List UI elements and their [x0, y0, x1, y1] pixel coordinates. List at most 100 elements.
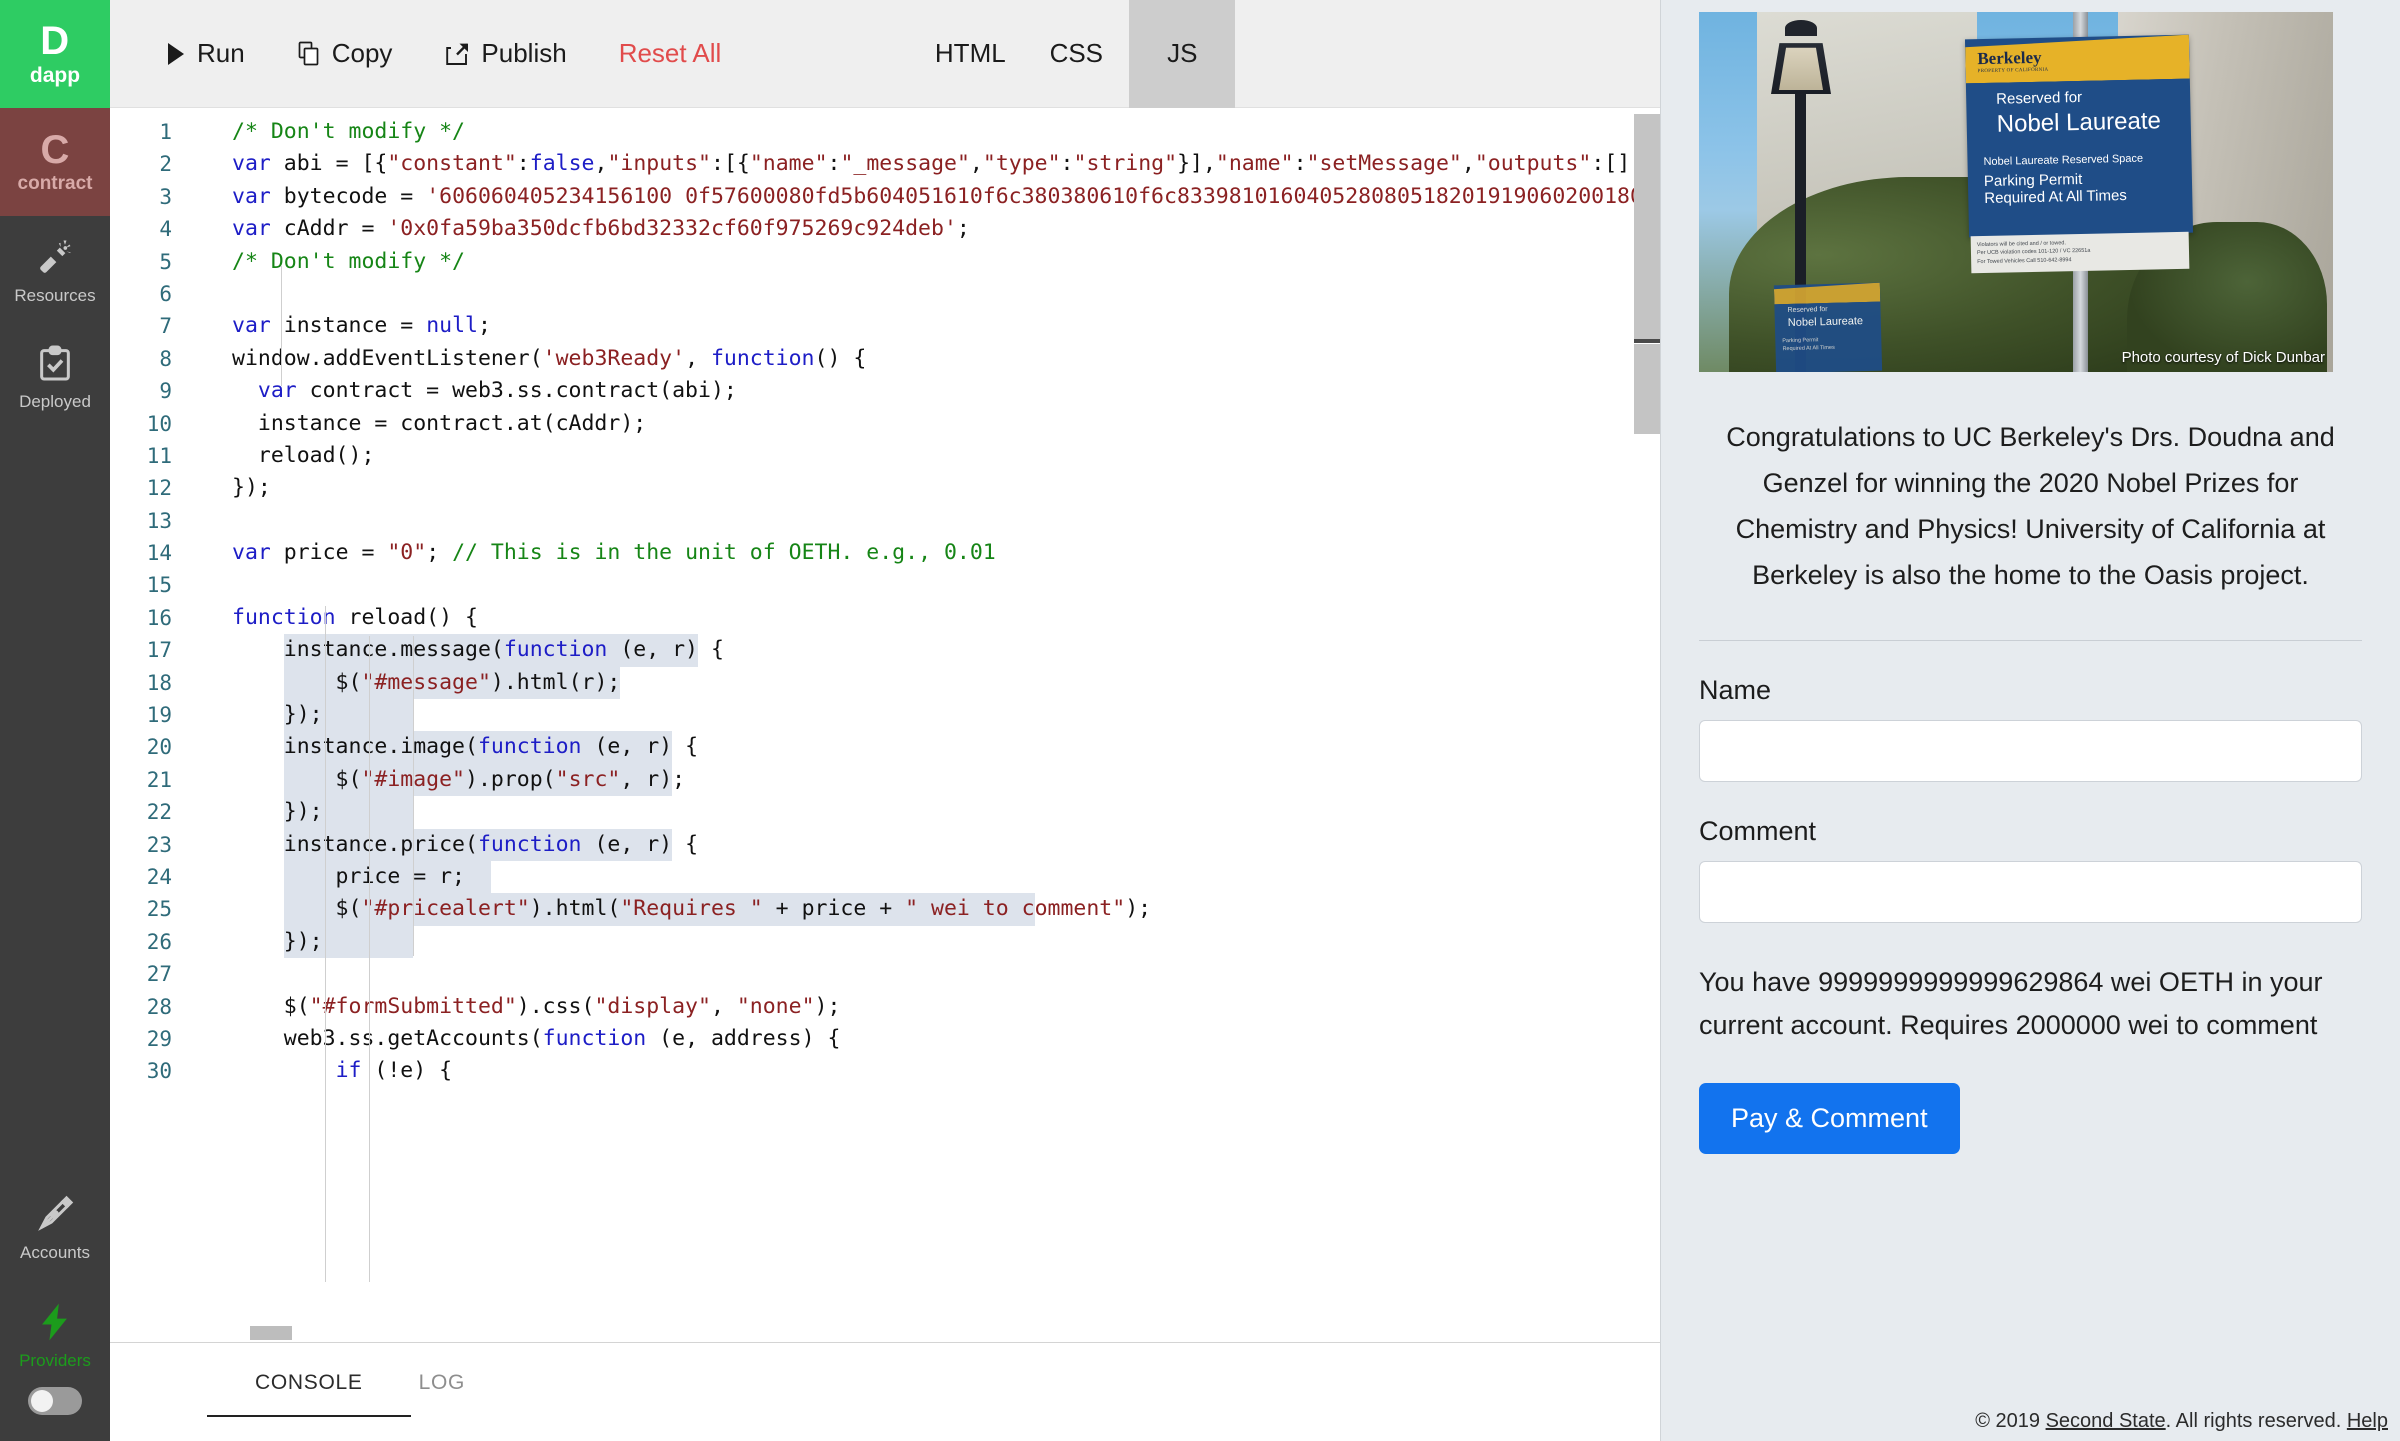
- code-text[interactable]: $("#pricealert").html("Requires " + pric…: [190, 893, 1151, 925]
- code-text[interactable]: function reload() {: [190, 602, 478, 634]
- sidebar-brand-dapp[interactable]: D dapp: [0, 0, 110, 108]
- code-line[interactable]: 19 });: [110, 699, 1660, 731]
- code-text[interactable]: [190, 569, 232, 601]
- line-number: 24: [110, 861, 190, 893]
- code-line[interactable]: 20 instance.image(function (e, r) {: [110, 731, 1660, 763]
- code-text[interactable]: $("#image").prop("src", r);: [190, 764, 685, 796]
- sidebar-item-providers[interactable]: Providers: [0, 1279, 110, 1387]
- line-number: 2: [110, 148, 190, 180]
- pay-and-comment-button[interactable]: Pay & Comment: [1699, 1083, 1960, 1154]
- code-line[interactable]: 26 });: [110, 926, 1660, 958]
- sidebar-brand-label: dapp: [30, 64, 80, 88]
- code-text[interactable]: reload();: [190, 440, 374, 472]
- tab-css[interactable]: CSS: [1023, 0, 1129, 108]
- comment-input[interactable]: [1699, 861, 2362, 923]
- code-text[interactable]: instance = contract.at(cAddr);: [190, 408, 646, 440]
- copy-button[interactable]: Copy: [271, 28, 419, 79]
- code-line[interactable]: 24 price = r;: [110, 861, 1660, 893]
- tab-log[interactable]: LOG: [419, 1371, 465, 1417]
- code-line[interactable]: 11 reload();: [110, 440, 1660, 472]
- code-text[interactable]: });: [190, 796, 323, 828]
- footer-company-link[interactable]: Second State: [2046, 1410, 2166, 1432]
- code-line[interactable]: 23 instance.price(function (e, r) {: [110, 829, 1660, 861]
- sidebar-item-contract[interactable]: C contract: [0, 108, 110, 216]
- code-line[interactable]: 16function reload() {: [110, 602, 1660, 634]
- editor-vertical-scrollbar[interactable]: [1634, 108, 1660, 1342]
- code-text[interactable]: price = r;: [190, 861, 465, 893]
- code-line[interactable]: 13: [110, 505, 1660, 537]
- line-number: 15: [110, 569, 190, 601]
- sidebar-item-deployed[interactable]: Deployed: [0, 322, 110, 428]
- name-input[interactable]: [1699, 720, 2362, 782]
- code-text[interactable]: var bytecode = '606060405234156100 0f576…: [190, 181, 1660, 213]
- code-line[interactable]: 3var bytecode = '606060405234156100 0f57…: [110, 181, 1660, 213]
- code-text[interactable]: [190, 278, 232, 310]
- code-text[interactable]: web3.ss.getAccounts(function (e, address…: [190, 1023, 840, 1055]
- code-line[interactable]: 17 instance.message(function (e, r) {: [110, 634, 1660, 666]
- code-text[interactable]: instance.message(function (e, r) {: [190, 634, 724, 666]
- code-line[interactable]: 27: [110, 958, 1660, 990]
- code-text[interactable]: $("#message").html(r);: [190, 667, 620, 699]
- code-text[interactable]: /* Don't modify */: [190, 116, 465, 148]
- photo-credit: Photo courtesy of Dick Dunbar: [2122, 349, 2325, 366]
- code-text[interactable]: /* Don't modify */: [190, 246, 465, 278]
- scrollbar-thumb[interactable]: [1634, 114, 1660, 342]
- code-line[interactable]: 14var price = "0"; // This is in the uni…: [110, 537, 1660, 569]
- code-text[interactable]: [190, 958, 232, 990]
- code-line[interactable]: 5/* Don't modify */: [110, 246, 1660, 278]
- code-line[interactable]: 28 $("#formSubmitted").css("display", "n…: [110, 991, 1660, 1023]
- preview-panel: Berkeley PROPERTY OF CALIFORNIA Reserved…: [1660, 0, 2400, 1441]
- code-line[interactable]: 21 $("#image").prop("src", r);: [110, 764, 1660, 796]
- code-text[interactable]: [190, 505, 232, 537]
- code-line[interactable]: 18 $("#message").html(r);: [110, 667, 1660, 699]
- footer-help-link[interactable]: Help: [2347, 1410, 2388, 1432]
- code-line[interactable]: 9 var contract = web3.ss.contract(abi);: [110, 375, 1660, 407]
- photo-bg-sign-line1: Reserved for: [1787, 306, 1827, 314]
- code-text[interactable]: var instance = null;: [190, 310, 491, 342]
- code-line[interactable]: 6: [110, 278, 1660, 310]
- scrollbar-thumb-lower[interactable]: [1634, 344, 1660, 434]
- code-text[interactable]: var cAddr = '0x0fa59ba350dcfb6bd32332cf6…: [190, 213, 970, 245]
- tab-html[interactable]: HTML: [917, 0, 1023, 108]
- code-text[interactable]: });: [190, 926, 323, 958]
- code-lines[interactable]: 1/* Don't modify */2var abi = [{"constan…: [110, 108, 1660, 1342]
- code-line[interactable]: 1/* Don't modify */: [110, 116, 1660, 148]
- code-text[interactable]: instance.price(function (e, r) {: [190, 829, 698, 861]
- code-editor[interactable]: 1/* Don't modify */2var abi = [{"constan…: [110, 108, 1660, 1342]
- code-line[interactable]: 29 web3.ss.getAccounts(function (e, addr…: [110, 1023, 1660, 1055]
- code-line[interactable]: 25 $("#pricealert").html("Requires " + p…: [110, 893, 1660, 925]
- code-text[interactable]: var contract = web3.ss.contract(abi);: [190, 375, 737, 407]
- code-text[interactable]: });: [190, 699, 323, 731]
- line-number: 10: [110, 408, 190, 440]
- sidebar-item-resources[interactable]: Resources: [0, 216, 110, 322]
- code-text[interactable]: if (!e) {: [190, 1055, 452, 1087]
- code-text[interactable]: });: [190, 472, 271, 504]
- code-line[interactable]: 10 instance = contract.at(cAddr);: [110, 408, 1660, 440]
- code-line[interactable]: 30 if (!e) {: [110, 1055, 1660, 1087]
- line-number: 14: [110, 537, 190, 569]
- run-button[interactable]: Run: [140, 28, 271, 79]
- code-line[interactable]: 15: [110, 569, 1660, 601]
- photo-sign-line2: Nobel Laureate: [1996, 107, 2161, 138]
- preview-footer: © 2019 Second State. All rights reserved…: [1975, 1410, 2388, 1433]
- code-text[interactable]: var price = "0"; // This is in the unit …: [190, 537, 996, 569]
- editor-horizontal-scrollbar[interactable]: [190, 1324, 1634, 1342]
- scrollbar-thumb-horizontal[interactable]: [250, 1326, 292, 1340]
- photo-sign-line1: Reserved for: [1996, 89, 2082, 108]
- theme-toggle[interactable]: [28, 1387, 82, 1415]
- reset-all-button[interactable]: Reset All: [593, 28, 748, 79]
- tab-js[interactable]: JS: [1129, 0, 1235, 108]
- code-text[interactable]: instance.image(function (e, r) {: [190, 731, 698, 763]
- code-line[interactable]: 4var cAddr = '0x0fa59ba350dcfb6bd32332cf…: [110, 213, 1660, 245]
- publish-button[interactable]: Publish: [418, 28, 592, 79]
- code-line[interactable]: 2var abi = [{"constant":false,"inputs":[…: [110, 148, 1660, 180]
- code-text[interactable]: window.addEventListener('web3Ready', fun…: [190, 343, 866, 375]
- code-line[interactable]: 7var instance = null;: [110, 310, 1660, 342]
- tab-console[interactable]: CONSOLE: [255, 1371, 363, 1417]
- code-line[interactable]: 8window.addEventListener('web3Ready', fu…: [110, 343, 1660, 375]
- code-line[interactable]: 12});: [110, 472, 1660, 504]
- code-text[interactable]: var abi = [{"constant":false,"inputs":[{…: [190, 148, 1660, 180]
- code-line[interactable]: 22 });: [110, 796, 1660, 828]
- sidebar-item-accounts[interactable]: Accounts: [0, 1171, 110, 1279]
- code-text[interactable]: $("#formSubmitted").css("display", "none…: [190, 991, 840, 1023]
